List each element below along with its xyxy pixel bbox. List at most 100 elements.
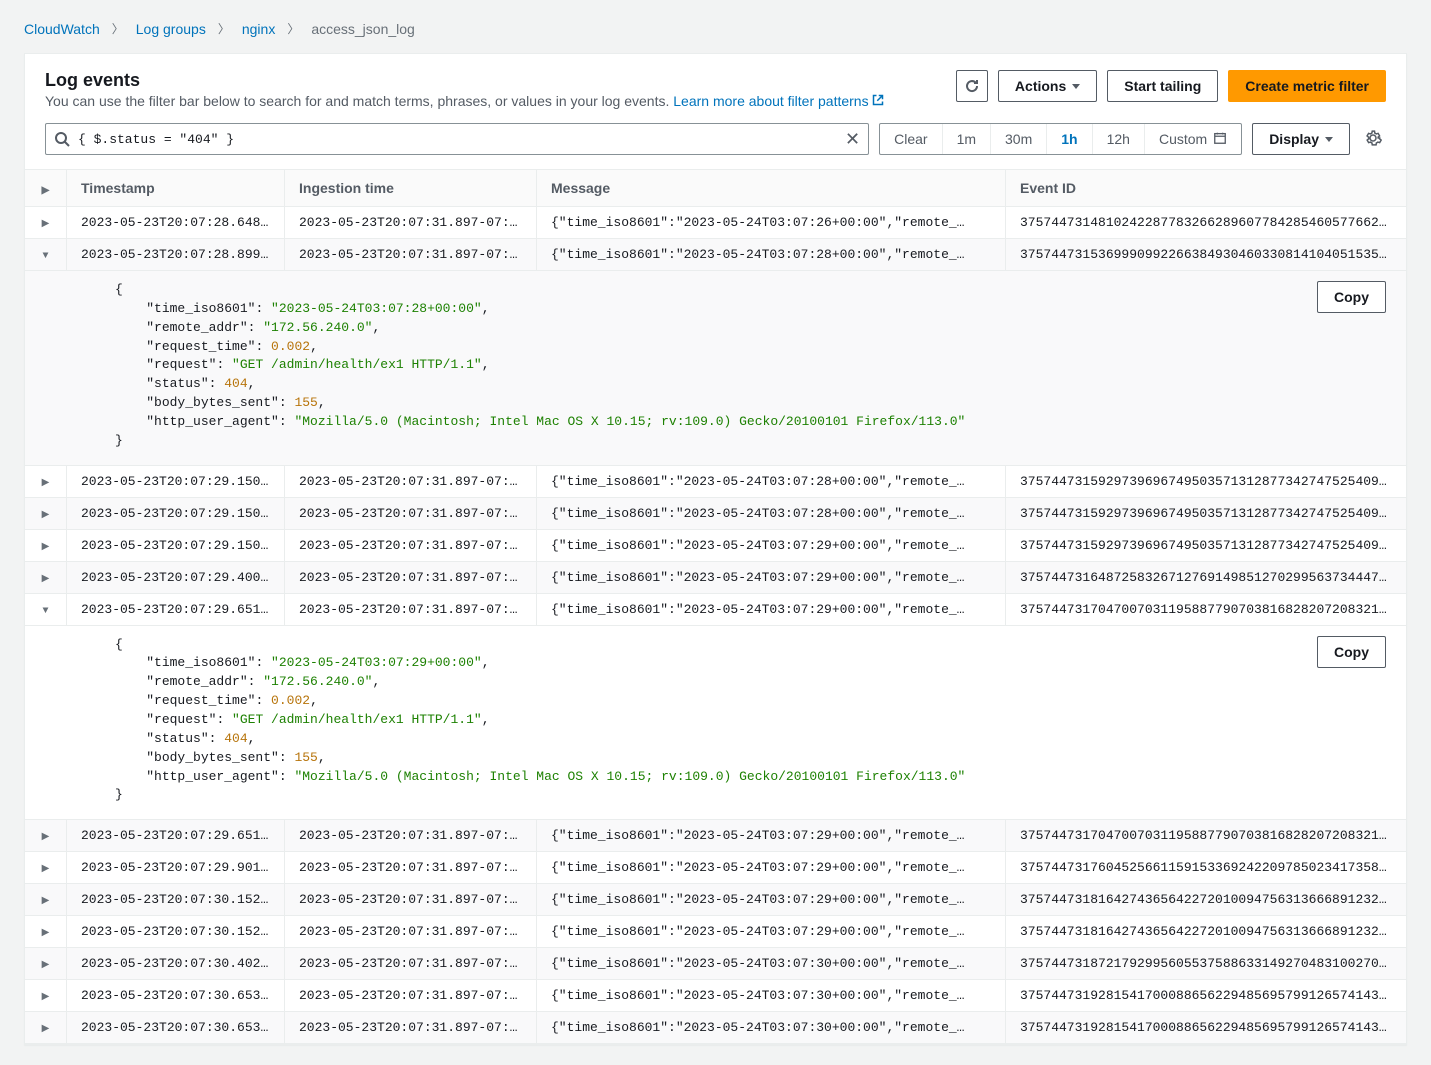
table-header: Timestamp Ingestion time Message Event I…	[25, 169, 1406, 207]
cell-message: {"time_iso8601":"2023-05-24T03:07:29+00:…	[537, 530, 1006, 561]
cell-ingestion: 2023-05-23T20:07:31.897-07:00	[285, 239, 537, 270]
row-expander[interactable]	[25, 239, 67, 270]
table-row: 2023-05-23T20:07:29.400-07:002023-05-23T…	[25, 562, 1406, 594]
cell-event-id: 3757447319281541700088656229485695799126…	[1006, 980, 1406, 1011]
cell-timestamp: 2023-05-23T20:07:29.150-07:00	[67, 498, 285, 529]
cell-timestamp: 2023-05-23T20:07:29.651-07:00	[67, 820, 285, 851]
table-row: 2023-05-23T20:07:29.651-07:002023-05-23T…	[25, 820, 1406, 852]
table-row: 2023-05-23T20:07:30.402-07:002023-05-23T…	[25, 948, 1406, 980]
cell-event-id: 3757447315929739696749503571312877342747…	[1006, 498, 1406, 529]
display-button[interactable]: Display	[1252, 123, 1350, 155]
cell-message: {"time_iso8601":"2023-05-24T03:07:30+00:…	[537, 1012, 1006, 1043]
row-expander[interactable]	[25, 948, 67, 979]
breadcrumb-current: access_json_log	[311, 21, 415, 37]
table-row: 2023-05-23T20:07:28.648-07:002023-05-23T…	[25, 207, 1406, 239]
row-expander[interactable]	[25, 562, 67, 593]
range-custom[interactable]: Custom	[1144, 124, 1241, 154]
range-clear[interactable]: Clear	[880, 124, 941, 154]
cell-timestamp: 2023-05-23T20:07:29.651-07:00	[67, 594, 285, 625]
breadcrumb-link[interactable]: CloudWatch	[24, 21, 100, 37]
copy-button[interactable]: Copy	[1317, 281, 1386, 313]
breadcrumb-link[interactable]: nginx	[242, 21, 275, 37]
table-row: 2023-05-23T20:07:28.899-07:002023-05-23T…	[25, 239, 1406, 271]
cell-event-id: 3757447318164274365642272010094756313666…	[1006, 916, 1406, 947]
start-tailing-button[interactable]: Start tailing	[1107, 70, 1218, 102]
learn-more-link[interactable]: Learn more about filter patterns	[673, 93, 883, 109]
cell-message: {"time_iso8601":"2023-05-24T03:07:29+00:…	[537, 562, 1006, 593]
create-metric-filter-button[interactable]: Create metric filter	[1228, 70, 1386, 102]
cell-ingestion: 2023-05-23T20:07:31.897-07:00	[285, 884, 537, 915]
external-link-icon	[872, 93, 884, 109]
row-expander[interactable]	[25, 594, 67, 625]
table-row: 2023-05-23T20:07:29.901-07:002023-05-23T…	[25, 852, 1406, 884]
row-json-detail: { "time_iso8601": "2023-05-24T03:07:29+0…	[25, 626, 1406, 821]
row-expander[interactable]	[25, 820, 67, 851]
breadcrumb-link[interactable]: Log groups	[136, 21, 206, 37]
col-timestamp[interactable]: Timestamp	[67, 170, 285, 206]
range-1h[interactable]: 1h	[1046, 124, 1091, 154]
search-icon	[54, 131, 70, 147]
cell-ingestion: 2023-05-23T20:07:31.897-07:00	[285, 1012, 537, 1043]
cell-event-id: 3757447318164274365642272010094756313666…	[1006, 884, 1406, 915]
cell-timestamp: 2023-05-23T20:07:28.899-07:00	[67, 239, 285, 270]
breadcrumb-separator: 〉	[287, 20, 299, 37]
expand-all-toggle[interactable]	[25, 170, 67, 206]
cell-ingestion: 2023-05-23T20:07:31.897-07:00	[285, 980, 537, 1011]
cell-message: {"time_iso8601":"2023-05-24T03:07:26+00:…	[537, 207, 1006, 238]
cell-ingestion: 2023-05-23T20:07:31.897-07:00	[285, 820, 537, 851]
page-title: Log events	[45, 70, 884, 91]
row-expander[interactable]	[25, 884, 67, 915]
cell-ingestion: 2023-05-23T20:07:31.897-07:00	[285, 207, 537, 238]
row-expander[interactable]	[25, 980, 67, 1011]
cell-event-id: 3757447317604525661159153369242209785023…	[1006, 852, 1406, 883]
row-expander[interactable]	[25, 1012, 67, 1043]
settings-button[interactable]	[1360, 125, 1386, 154]
cell-timestamp: 2023-05-23T20:07:30.152-07:00	[67, 916, 285, 947]
calendar-icon	[1213, 131, 1227, 148]
cell-timestamp: 2023-05-23T20:07:29.901-07:00	[67, 852, 285, 883]
cell-timestamp: 2023-05-23T20:07:30.653-07:00	[67, 980, 285, 1011]
row-expander[interactable]	[25, 916, 67, 947]
cell-timestamp: 2023-05-23T20:07:30.653-07:00	[67, 1012, 285, 1043]
range-30m[interactable]: 30m	[990, 124, 1046, 154]
row-expander[interactable]	[25, 207, 67, 238]
table-row: 2023-05-23T20:07:29.150-07:002023-05-23T…	[25, 466, 1406, 498]
range-1m[interactable]: 1m	[942, 124, 990, 154]
filter-input-wrap[interactable]: ✕	[45, 123, 869, 155]
gear-icon	[1364, 129, 1382, 147]
actions-button[interactable]: Actions	[998, 70, 1097, 102]
table-row: 2023-05-23T20:07:29.651-07:002023-05-23T…	[25, 594, 1406, 626]
cell-message: {"time_iso8601":"2023-05-24T03:07:29+00:…	[537, 594, 1006, 625]
cell-event-id: 3757447319281541700088656229485695799126…	[1006, 1012, 1406, 1043]
table-row: 2023-05-23T20:07:30.653-07:002023-05-23T…	[25, 1012, 1406, 1044]
row-expander[interactable]	[25, 466, 67, 497]
filter-input[interactable]	[70, 132, 845, 147]
page-description: You can use the filter bar below to sear…	[45, 93, 884, 109]
cell-event-id: 3757447315369990992266384930460330814104…	[1006, 239, 1406, 270]
col-ingestion[interactable]: Ingestion time	[285, 170, 537, 206]
cell-ingestion: 2023-05-23T20:07:31.897-07:00	[285, 948, 537, 979]
table-row: 2023-05-23T20:07:30.152-07:002023-05-23T…	[25, 884, 1406, 916]
col-message[interactable]: Message	[537, 170, 1006, 206]
cell-timestamp: 2023-05-23T20:07:30.152-07:00	[67, 884, 285, 915]
copy-button[interactable]: Copy	[1317, 636, 1386, 668]
cell-timestamp: 2023-05-23T20:07:29.150-07:00	[67, 466, 285, 497]
row-expander[interactable]	[25, 852, 67, 883]
row-json-detail: { "time_iso8601": "2023-05-24T03:07:28+0…	[25, 271, 1406, 466]
cell-ingestion: 2023-05-23T20:07:31.897-07:00	[285, 562, 537, 593]
cell-message: {"time_iso8601":"2023-05-24T03:07:28+00:…	[537, 239, 1006, 270]
cell-message: {"time_iso8601":"2023-05-24T03:07:30+00:…	[537, 948, 1006, 979]
refresh-button[interactable]	[956, 70, 988, 102]
cell-ingestion: 2023-05-23T20:07:31.897-07:00	[285, 852, 537, 883]
cell-message: {"time_iso8601":"2023-05-24T03:07:29+00:…	[537, 820, 1006, 851]
chevron-down-icon	[1325, 137, 1333, 142]
row-expander[interactable]	[25, 498, 67, 529]
col-event-id[interactable]: Event ID	[1006, 170, 1406, 206]
row-expander[interactable]	[25, 530, 67, 561]
clear-filter-icon[interactable]: ✕	[845, 130, 860, 148]
table-row: 2023-05-23T20:07:29.150-07:002023-05-23T…	[25, 530, 1406, 562]
chevron-down-icon	[1072, 84, 1080, 89]
range-12h[interactable]: 12h	[1092, 124, 1144, 154]
cell-event-id: 3757447315929739696749503571312877342747…	[1006, 530, 1406, 561]
cell-ingestion: 2023-05-23T20:07:31.897-07:00	[285, 466, 537, 497]
